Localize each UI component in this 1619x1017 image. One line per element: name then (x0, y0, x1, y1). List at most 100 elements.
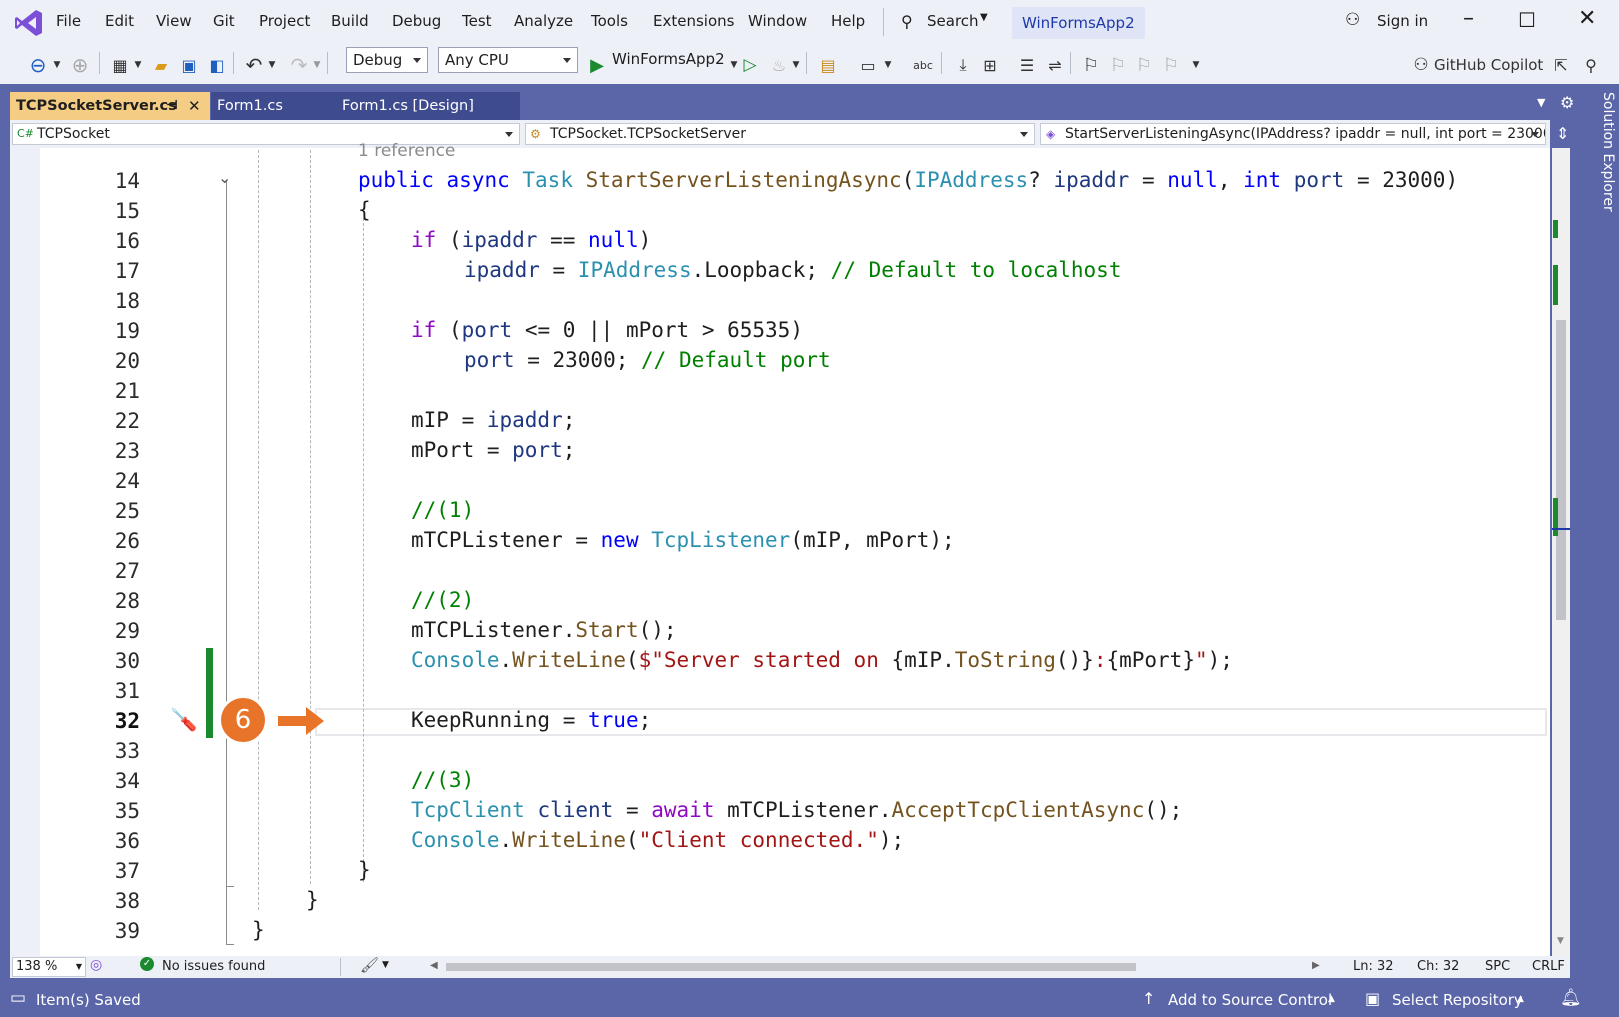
visual-studio-logo-icon[interactable] (14, 8, 44, 38)
code-line-36[interactable]: Console.WriteLine("Client connected."); (411, 828, 904, 852)
next-bookmark-icon[interactable]: ⚐ (1133, 52, 1155, 78)
chevron-down-icon[interactable]: ▼ (382, 960, 389, 970)
horizontal-scroll-thumb[interactable] (446, 963, 1136, 971)
chevron-down-icon[interactable]: ▼ (267, 52, 277, 78)
code-line-30[interactable]: Console.WriteLine($"Server started on {m… (411, 648, 1233, 672)
outdent-icon[interactable]: ⇌ (1043, 52, 1067, 78)
menu-test[interactable]: Test (462, 12, 492, 30)
menu-project[interactable]: Project (259, 12, 310, 30)
codelens-references[interactable]: 1 reference (358, 141, 455, 161)
zoom-dropdown[interactable]: 138 % ▼ (12, 957, 86, 977)
open-folder-icon[interactable]: ▰ (149, 52, 173, 78)
save-all-icon[interactable]: ◧ (205, 52, 229, 78)
code-line-39[interactable]: } (252, 918, 265, 942)
chevron-down-icon[interactable]: ▼ (52, 52, 62, 78)
account-icon[interactable]: ⚇ (1345, 10, 1360, 30)
solution-explorer-icon[interactable]: ▤ (817, 52, 839, 78)
tab-form1-design[interactable]: Form1.cs [Design] (336, 92, 520, 120)
column-indicator[interactable]: Ch: 32 (1417, 959, 1459, 974)
undo-icon[interactable]: ↶ (242, 52, 266, 78)
indent-icon[interactable]: ☰ (1015, 52, 1039, 78)
tab-form1-cs[interactable]: Form1.cs (211, 92, 336, 120)
chevron-up-icon[interactable]: ▲ (1517, 994, 1524, 1004)
hot-reload-icon[interactable]: ♨ (768, 52, 790, 78)
class-dropdown[interactable]: ⚙ TCPSocket.TCPSocketServer (525, 123, 1035, 145)
scroll-right-arrow-icon[interactable]: ▶ (1312, 960, 1320, 971)
share-icon[interactable]: ⇱ (1550, 52, 1572, 78)
menu-git[interactable]: Git (213, 12, 235, 30)
code-line-38[interactable]: } (306, 888, 319, 912)
chevron-up-icon[interactable]: ▲ (1328, 994, 1335, 1004)
navigate-forward-icon[interactable]: ⊕ (68, 52, 92, 78)
notifications-bell-icon[interactable]: 🔔︎ (1560, 988, 1582, 1008)
repository-icon[interactable]: ▣ (1365, 989, 1380, 1008)
menu-debug[interactable]: Debug (392, 12, 441, 30)
menu-help[interactable]: Help (831, 12, 865, 30)
scroll-left-arrow-icon[interactable]: ◀ (430, 960, 438, 971)
code-line-19[interactable]: if (port <= 0 || mPort > 65535) (411, 318, 803, 342)
configuration-dropdown[interactable]: Debug (346, 47, 428, 73)
run-target-button[interactable]: WinFormsApp2 (612, 50, 725, 68)
copilot-button[interactable]: GitHub Copilot (1434, 52, 1544, 78)
output-icon[interactable]: ▭ (10, 988, 26, 1008)
code-line-26[interactable]: mTCPListener = new TcpListener(mIP, mPor… (411, 528, 955, 552)
chevron-down-icon[interactable]: ▼ (729, 52, 739, 78)
member-dropdown[interactable]: ◈ StartServerListeningAsync(IPAddress? i… (1040, 123, 1546, 145)
clear-bookmarks-icon[interactable]: ⚐ (1160, 52, 1182, 78)
navigate-back-icon[interactable]: ⊖ (26, 52, 50, 78)
solution-name-badge[interactable]: WinFormsApp2 (1012, 7, 1145, 39)
menu-window[interactable]: Window (748, 12, 807, 30)
whitespace-indicator[interactable]: SPC (1485, 959, 1510, 974)
menu-view[interactable]: View (156, 12, 192, 30)
chevron-down-icon[interactable]: ▼ (883, 52, 893, 78)
issues-status[interactable]: No issues found (162, 959, 265, 974)
menu-tools[interactable]: Tools (591, 12, 628, 30)
copilot-icon[interactable]: ⚇ (1410, 52, 1432, 78)
menu-extensions[interactable]: Extensions (653, 12, 734, 30)
add-to-source-control-button[interactable]: Add to Source Control (1168, 991, 1332, 1009)
pin-icon[interactable]: ⊣ (166, 92, 178, 120)
new-project-icon[interactable]: ▦ (108, 52, 132, 78)
select-repository-button[interactable]: Select Repository (1392, 991, 1523, 1009)
chevron-down-icon[interactable]: ▼ (791, 52, 801, 78)
menu-analyze[interactable]: Analyze (514, 12, 573, 30)
minimize-icon[interactable]: – (1463, 6, 1474, 31)
code-line-17[interactable]: ipaddr = IPAddress.Loopback; // Default … (464, 258, 1121, 282)
sign-in-link[interactable]: Sign in (1377, 12, 1428, 30)
code-line-16[interactable]: if (ipaddr == null) (411, 228, 651, 252)
code-cleanup-brush-icon[interactable]: 🖌 (360, 956, 379, 974)
menu-file[interactable]: File (56, 12, 81, 30)
collapse-chevron-icon[interactable]: ⌄ (218, 168, 231, 187)
close-icon[interactable]: ✕ (1578, 6, 1596, 31)
step-into-icon[interactable]: ⤓ (951, 52, 975, 78)
code-line-15[interactable]: { (358, 198, 371, 222)
code-line-29[interactable]: mTCPListener.Start(); (411, 618, 677, 642)
intellicode-icon[interactable]: ◎ (90, 957, 102, 973)
spell-check-icon[interactable]: abc (910, 52, 936, 78)
feedback-icon[interactable]: ⚲ (1580, 52, 1602, 78)
scrollbar-thumb[interactable] (1556, 320, 1566, 620)
redo-icon[interactable]: ↷ (287, 52, 311, 78)
line-ending-indicator[interactable]: CRLF (1532, 959, 1565, 974)
close-tab-icon[interactable]: ✕ (188, 92, 201, 120)
code-line-28[interactable]: //(2) (411, 588, 474, 612)
code-line-32[interactable]: KeepRunning = true; (411, 708, 651, 732)
upload-arrow-icon[interactable]: ↑ (1142, 989, 1155, 1008)
bookmark-icon[interactable]: ⚐ (1080, 52, 1102, 78)
scroll-down-arrow-icon[interactable]: ▼ (1557, 936, 1564, 946)
save-icon[interactable]: ▣ (177, 52, 201, 78)
maximize-icon[interactable]: ☐ (1518, 8, 1536, 32)
code-line-23[interactable]: mPort = port; (411, 438, 575, 462)
breakpoints-icon[interactable]: ⊞ (978, 52, 1002, 78)
code-line-20[interactable]: port = 23000; // Default port (464, 348, 831, 372)
platform-dropdown[interactable]: Any CPU (438, 47, 578, 73)
code-line-35[interactable]: TcpClient client = await mTCPListener.Ac… (411, 798, 1182, 822)
overflow-chevron-icon[interactable]: ▼ (1191, 52, 1201, 78)
line-indicator[interactable]: Ln: 32 (1353, 959, 1394, 974)
previous-bookmark-icon[interactable]: ⚐ (1107, 52, 1129, 78)
run-icon[interactable]: ▶ (587, 52, 607, 78)
solution-explorer-tab[interactable]: Solution Explorer (1586, 92, 1616, 292)
split-editor-icon[interactable]: ⇕ (1556, 124, 1569, 143)
menu-build[interactable]: Build (331, 12, 369, 30)
code-line-14[interactable]: public async Task StartServerListeningAs… (358, 168, 1458, 192)
